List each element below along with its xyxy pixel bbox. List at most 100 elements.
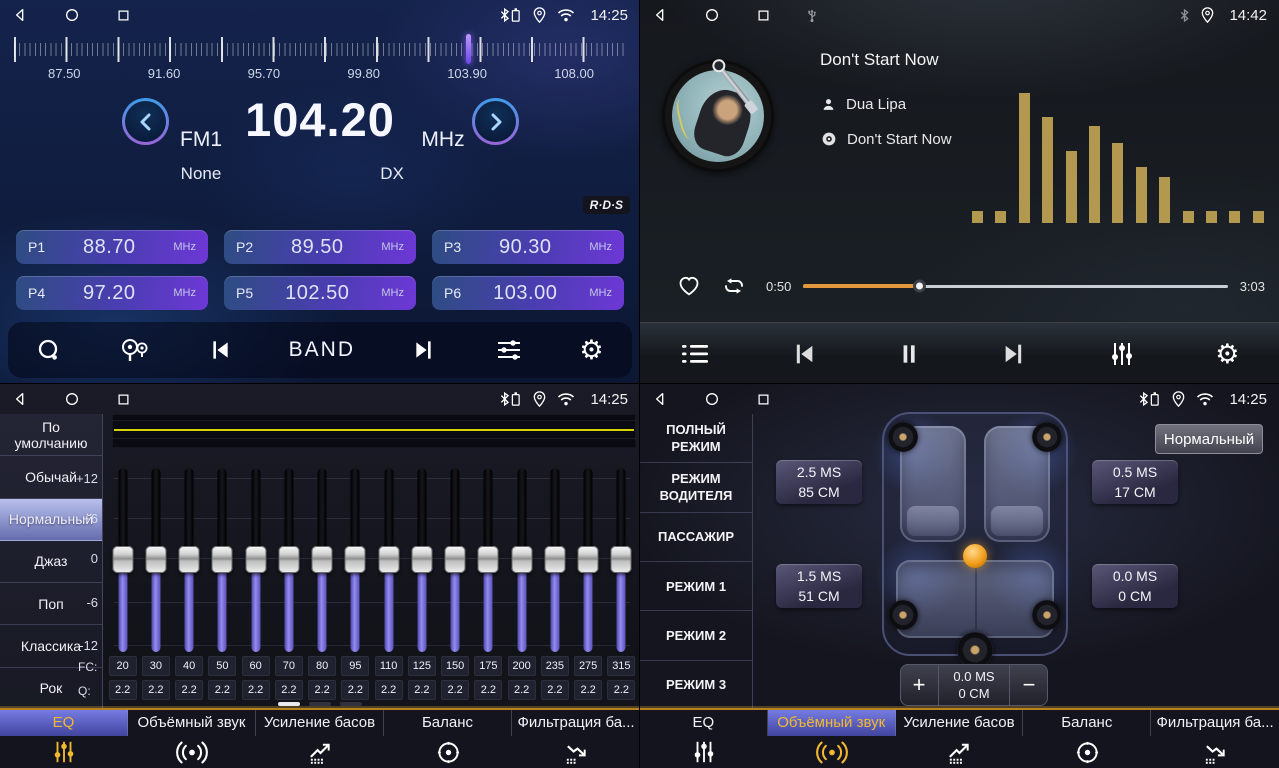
seek-down-button[interactable]: [122, 98, 169, 145]
preset-unit: MHz: [381, 241, 404, 253]
home-icon[interactable]: [704, 391, 720, 407]
rear-left-delay-chip[interactable]: 1.5 MS 51 CM: [776, 564, 862, 608]
rear-right-delay-chip[interactable]: 0.0 MS 0 CM: [1092, 564, 1178, 608]
tab-bass-boost[interactable]: Усиление басов: [256, 710, 384, 768]
fc-value: 315: [607, 656, 635, 676]
favorite-button[interactable]: [676, 274, 702, 298]
pause-button[interactable]: [892, 336, 926, 372]
fc-value: 125: [408, 656, 436, 676]
eq-band-slider[interactable]: [212, 546, 233, 573]
eq-band-slider[interactable]: [378, 546, 399, 573]
eq-band-slider[interactable]: [478, 546, 499, 573]
eq-band-slider[interactable]: [611, 546, 632, 573]
back-icon[interactable]: [12, 391, 28, 407]
preset-button-6[interactable]: P6 103.00 MHz: [432, 276, 624, 310]
preset-button-5[interactable]: P5 102.50 MHz: [224, 276, 416, 310]
home-icon[interactable]: [64, 7, 80, 23]
front-left-delay-chip[interactable]: 2.5 MS 85 CM: [776, 460, 862, 504]
progress-knob[interactable]: [913, 280, 926, 293]
recents-icon[interactable]: [116, 392, 131, 407]
tab-balance[interactable]: Баланс: [1023, 710, 1151, 768]
tab-filter[interactable]: Фильтрация ба...: [512, 710, 640, 768]
mode-driver[interactable]: РЕЖИМ ВОДИТЕЛЯ: [640, 463, 752, 512]
mode-full[interactable]: ПОЛНЫЙ РЕЖИМ: [640, 414, 752, 463]
preset-button-2[interactable]: P2 89.50 MHz: [224, 230, 416, 264]
back-icon[interactable]: [652, 7, 668, 23]
tab-bass-boost[interactable]: Усиление басов: [896, 710, 1024, 768]
broadcast-button[interactable]: [115, 333, 153, 367]
playlist-button[interactable]: [676, 338, 714, 370]
delay-cm: 17 CM: [1092, 482, 1178, 502]
eq-band-slider[interactable]: [278, 546, 299, 573]
page-indicator: [0, 702, 640, 706]
eq-band-slider[interactable]: [312, 546, 333, 573]
tab-surround[interactable]: Объёмный звук: [768, 710, 896, 768]
album-cover-photo: [672, 70, 764, 162]
tab-filter[interactable]: Фильтрация ба...: [1151, 710, 1279, 768]
eq-band-slider[interactable]: [411, 546, 432, 573]
mode-1[interactable]: РЕЖИМ 1: [640, 562, 752, 611]
eq-band-slider[interactable]: [145, 546, 166, 573]
eq-band-slider[interactable]: [578, 546, 599, 573]
mode-2[interactable]: РЕЖИМ 2: [640, 611, 752, 660]
scan-button[interactable]: [32, 334, 66, 367]
q-value: 2.2: [109, 680, 137, 700]
back-icon[interactable]: [652, 391, 668, 407]
seek-up-button[interactable]: [472, 98, 519, 145]
tab-eq[interactable]: EQ: [640, 710, 768, 768]
progress-bar[interactable]: [803, 285, 1227, 288]
preset-button-4[interactable]: P4 97.20 MHz: [16, 276, 208, 310]
eq-preset-default[interactable]: По умолчанию: [0, 414, 102, 456]
eq-band-sliders: [106, 468, 638, 652]
eq-band-slider[interactable]: [544, 546, 565, 573]
settings-gear-icon[interactable]: ⚙: [575, 333, 607, 368]
tuner-needle[interactable]: [466, 34, 471, 64]
preset-id: P2: [236, 239, 253, 255]
mode-3[interactable]: РЕЖИМ 3: [640, 661, 752, 710]
sound-profile-button[interactable]: Нормальный: [1155, 424, 1263, 454]
home-icon[interactable]: [704, 7, 720, 23]
scale-label: 87.50: [48, 66, 81, 81]
eq-band-slider[interactable]: [112, 546, 133, 573]
audio-settings-button[interactable]: [491, 333, 527, 367]
tab-eq[interactable]: EQ: [0, 710, 128, 768]
radio-screen: 14:25 87.50 91.60 95.70 99.80 103.90 108…: [0, 0, 640, 384]
eq-band-slider[interactable]: [511, 546, 532, 573]
preset-button-1[interactable]: P1 88.70 MHz: [16, 230, 208, 264]
progress-fill: [803, 284, 919, 288]
previous-station-button[interactable]: [202, 333, 236, 367]
recents-icon[interactable]: [756, 8, 771, 23]
chevron-right-icon: [475, 101, 516, 142]
next-track-button[interactable]: [997, 336, 1033, 372]
repeat-button[interactable]: [720, 274, 748, 298]
recents-icon[interactable]: [116, 8, 131, 23]
home-icon[interactable]: [64, 391, 80, 407]
delay-decrease-button[interactable]: −: [1010, 664, 1048, 706]
page-dot: [340, 702, 362, 706]
tuner-scale[interactable]: [10, 34, 630, 64]
bluetooth-battery-icon: [497, 7, 522, 23]
band-button[interactable]: BAND: [285, 334, 359, 366]
preset-id: P6: [444, 285, 461, 301]
eq-band-slider[interactable]: [345, 546, 366, 573]
equalizer-shortcut-button[interactable]: [1104, 336, 1140, 372]
scale-label: 91.60: [148, 66, 181, 81]
listening-position-marker[interactable]: [963, 544, 987, 568]
front-right-delay-chip[interactable]: 0.5 MS 17 CM: [1092, 460, 1178, 504]
previous-track-button[interactable]: [785, 336, 821, 372]
preset-button-3[interactable]: P3 90.30 MHz: [432, 230, 624, 264]
eq-band-slider[interactable]: [245, 546, 266, 573]
tab-surround[interactable]: Объёмный звук: [128, 710, 256, 768]
next-station-button[interactable]: [408, 333, 442, 367]
mode-passenger[interactable]: ПАССАЖИР: [640, 513, 752, 562]
tab-balance[interactable]: Баланс: [384, 710, 512, 768]
car-cabin-map: [882, 412, 1068, 656]
spectrum-bar: [1042, 117, 1053, 223]
current-frequency: 104.20: [210, 92, 430, 147]
back-icon[interactable]: [12, 7, 28, 23]
eq-band-slider[interactable]: [445, 546, 466, 573]
eq-band-slider[interactable]: [179, 546, 200, 573]
settings-gear-icon[interactable]: ⚙: [1211, 337, 1243, 372]
delay-increase-button[interactable]: +: [900, 664, 938, 706]
recents-icon[interactable]: [756, 392, 771, 407]
